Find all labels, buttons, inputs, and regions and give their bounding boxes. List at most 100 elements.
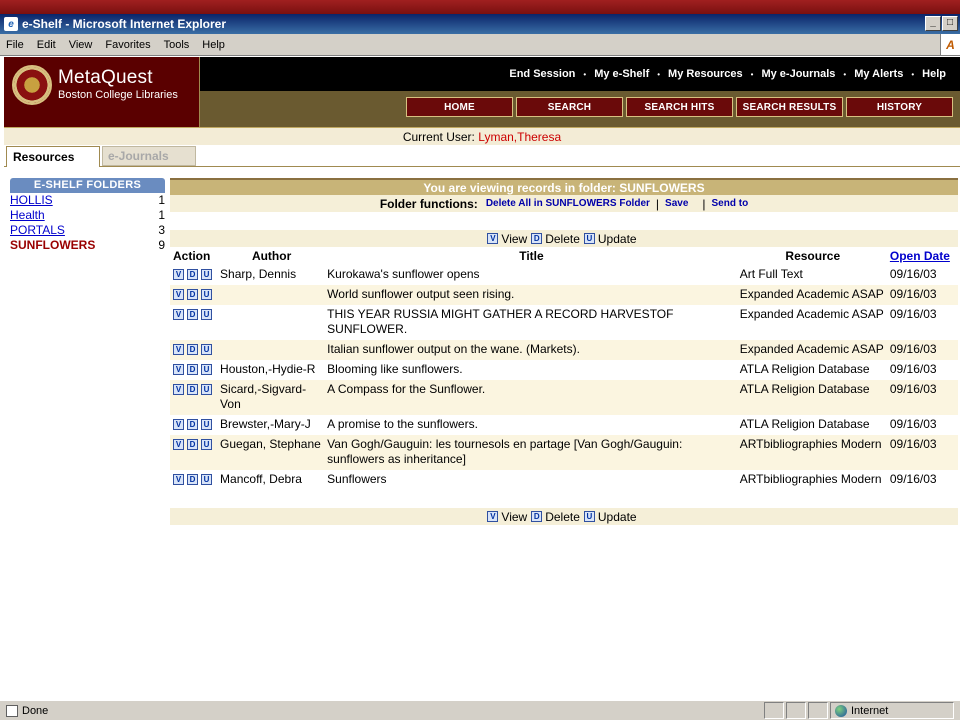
- current-user-label: Current User:: [402, 130, 475, 144]
- view-icon[interactable]: V: [173, 474, 184, 486]
- menu-tools[interactable]: Tools: [164, 39, 190, 51]
- cell-resource: Expanded Academic ASAP: [737, 340, 888, 360]
- view-icon[interactable]: V: [173, 419, 184, 431]
- delete-icon[interactable]: D: [187, 269, 198, 281]
- sidebar-item-label[interactable]: PORTALS: [10, 223, 65, 238]
- delete-icon[interactable]: D: [187, 309, 198, 321]
- delete-label[interactable]: Delete: [545, 510, 580, 524]
- tab-ejournals[interactable]: e-Journals: [102, 146, 196, 166]
- open-date-sort-link[interactable]: Open Date: [890, 249, 950, 263]
- sidebar-item-hollis[interactable]: HOLLIS 1: [10, 193, 165, 208]
- row-actions: VDU: [170, 305, 218, 340]
- current-user-name: Lyman,Theresa: [478, 130, 562, 144]
- zone-text: Internet: [851, 704, 889, 717]
- link-end-session[interactable]: End Session: [509, 68, 575, 80]
- cell-author: Houston,-Hydie-R: [220, 362, 316, 376]
- window-controls: _ □: [925, 16, 958, 31]
- delete-icon[interactable]: D: [187, 364, 198, 376]
- view-icon[interactable]: V: [173, 364, 184, 376]
- update-icon[interactable]: U: [201, 344, 212, 356]
- col-title: Title: [519, 249, 544, 263]
- table-row: V D U World sunflower output seen rising. Ex…: [170, 285, 958, 305]
- cell-resource: Art Full Text: [739, 267, 803, 281]
- menu-help[interactable]: Help: [202, 39, 225, 51]
- link-help[interactable]: Help: [922, 68, 946, 80]
- row-actions: VDU: [170, 360, 218, 380]
- tab-resources[interactable]: Resources: [6, 146, 100, 167]
- cell-resource: ATLA Religion Database: [737, 380, 888, 415]
- update-icon[interactable]: U: [201, 269, 212, 281]
- sidebar-item-sunflowers[interactable]: SUNFLOWERS 9: [10, 238, 165, 253]
- link-my-resources[interactable]: My Resources: [668, 68, 743, 80]
- folder-functions: Folder functions: Delete All in SUNFLOWE…: [170, 195, 958, 212]
- link-my-alerts[interactable]: My Alerts: [854, 68, 903, 80]
- delete-icon[interactable]: D: [531, 233, 543, 244]
- view-icon[interactable]: V: [487, 511, 499, 522]
- separator: |: [702, 196, 706, 211]
- delete-icon[interactable]: D: [187, 384, 198, 396]
- sidebar-item-label: SUNFLOWERS: [10, 238, 96, 252]
- view-icon[interactable]: V: [173, 344, 184, 356]
- view-label[interactable]: View: [501, 232, 527, 246]
- delete-icon[interactable]: D: [187, 289, 198, 301]
- nav-search-results-button[interactable]: SEARCH RESULTS: [736, 97, 843, 117]
- link-my-ejournals[interactable]: My e-Journals: [761, 68, 835, 80]
- maximize-button[interactable]: □: [942, 16, 958, 31]
- sidebar-item-label[interactable]: HOLLIS: [10, 193, 53, 208]
- update-icon[interactable]: U: [201, 309, 212, 321]
- nav-history-button[interactable]: HISTORY: [846, 97, 953, 117]
- view-label[interactable]: View: [501, 510, 527, 524]
- update-icon[interactable]: U: [201, 419, 212, 431]
- delete-icon[interactable]: D: [187, 419, 198, 431]
- cell-resource: ARTbibliographies Modern: [737, 435, 888, 470]
- delete-icon[interactable]: D: [187, 439, 198, 451]
- status-text-area: Done: [0, 704, 764, 717]
- update-label[interactable]: Update: [598, 232, 637, 246]
- update-icon[interactable]: U: [201, 474, 212, 486]
- nav-home-button[interactable]: HOME: [406, 97, 513, 117]
- update-icon[interactable]: U: [201, 384, 212, 396]
- status-text: Done: [22, 704, 49, 717]
- globe-icon: [835, 704, 847, 717]
- update-icon[interactable]: U: [201, 364, 212, 376]
- sidebar-item-portals[interactable]: PORTALS 3: [10, 223, 165, 238]
- update-label[interactable]: Update: [598, 510, 637, 524]
- send-to-link[interactable]: Send to: [712, 198, 749, 209]
- menu-favorites[interactable]: Favorites: [105, 39, 150, 51]
- view-icon[interactable]: V: [487, 233, 499, 244]
- cell-title: A Compass for the Sunflower.: [325, 380, 738, 415]
- row-actions: VDU: [170, 340, 219, 360]
- update-icon[interactable]: U: [583, 233, 595, 244]
- brand-title: MetaQuest: [58, 67, 153, 88]
- col-open-date[interactable]: Open Date: [888, 247, 958, 265]
- sidebar-item-label[interactable]: Health: [10, 208, 45, 223]
- nav-search-hits-button[interactable]: SEARCH HITS: [626, 97, 733, 117]
- sidebar-item-health[interactable]: Health 1: [10, 208, 165, 223]
- cell-title: Van Gogh/Gauguin: les tournesols en part…: [325, 435, 738, 470]
- menu-view[interactable]: View: [69, 39, 93, 51]
- view-icon[interactable]: V: [173, 289, 184, 301]
- cell-title: Sunflowers: [327, 472, 387, 486]
- folder-records: You are viewing records in folder: SUNFL…: [170, 178, 958, 525]
- delete-all-link[interactable]: Delete All in SUNFLOWERS Folder: [486, 198, 650, 209]
- view-icon[interactable]: V: [173, 384, 184, 396]
- update-icon[interactable]: U: [201, 289, 212, 301]
- menu-edit[interactable]: Edit: [37, 39, 56, 51]
- delete-icon[interactable]: D: [531, 511, 543, 522]
- menu-file[interactable]: File: [6, 39, 24, 51]
- view-icon[interactable]: V: [173, 309, 184, 321]
- delete-label[interactable]: Delete: [545, 232, 580, 246]
- delete-icon[interactable]: D: [187, 344, 198, 356]
- minimize-button[interactable]: _: [925, 16, 941, 31]
- save-link[interactable]: Save: [665, 198, 688, 209]
- link-my-eshelf[interactable]: My e-Shelf: [594, 68, 649, 80]
- nav-search-button[interactable]: SEARCH: [516, 97, 623, 117]
- top-strip: [0, 0, 960, 14]
- update-icon[interactable]: U: [201, 439, 212, 451]
- view-icon[interactable]: V: [173, 439, 184, 451]
- delete-icon[interactable]: D: [187, 474, 198, 486]
- top-links: End Session • My e-Shelf • My Resources • M…: [200, 57, 960, 91]
- separator-dot: •: [911, 69, 915, 79]
- view-icon[interactable]: V: [173, 269, 184, 281]
- update-icon[interactable]: U: [583, 511, 595, 522]
